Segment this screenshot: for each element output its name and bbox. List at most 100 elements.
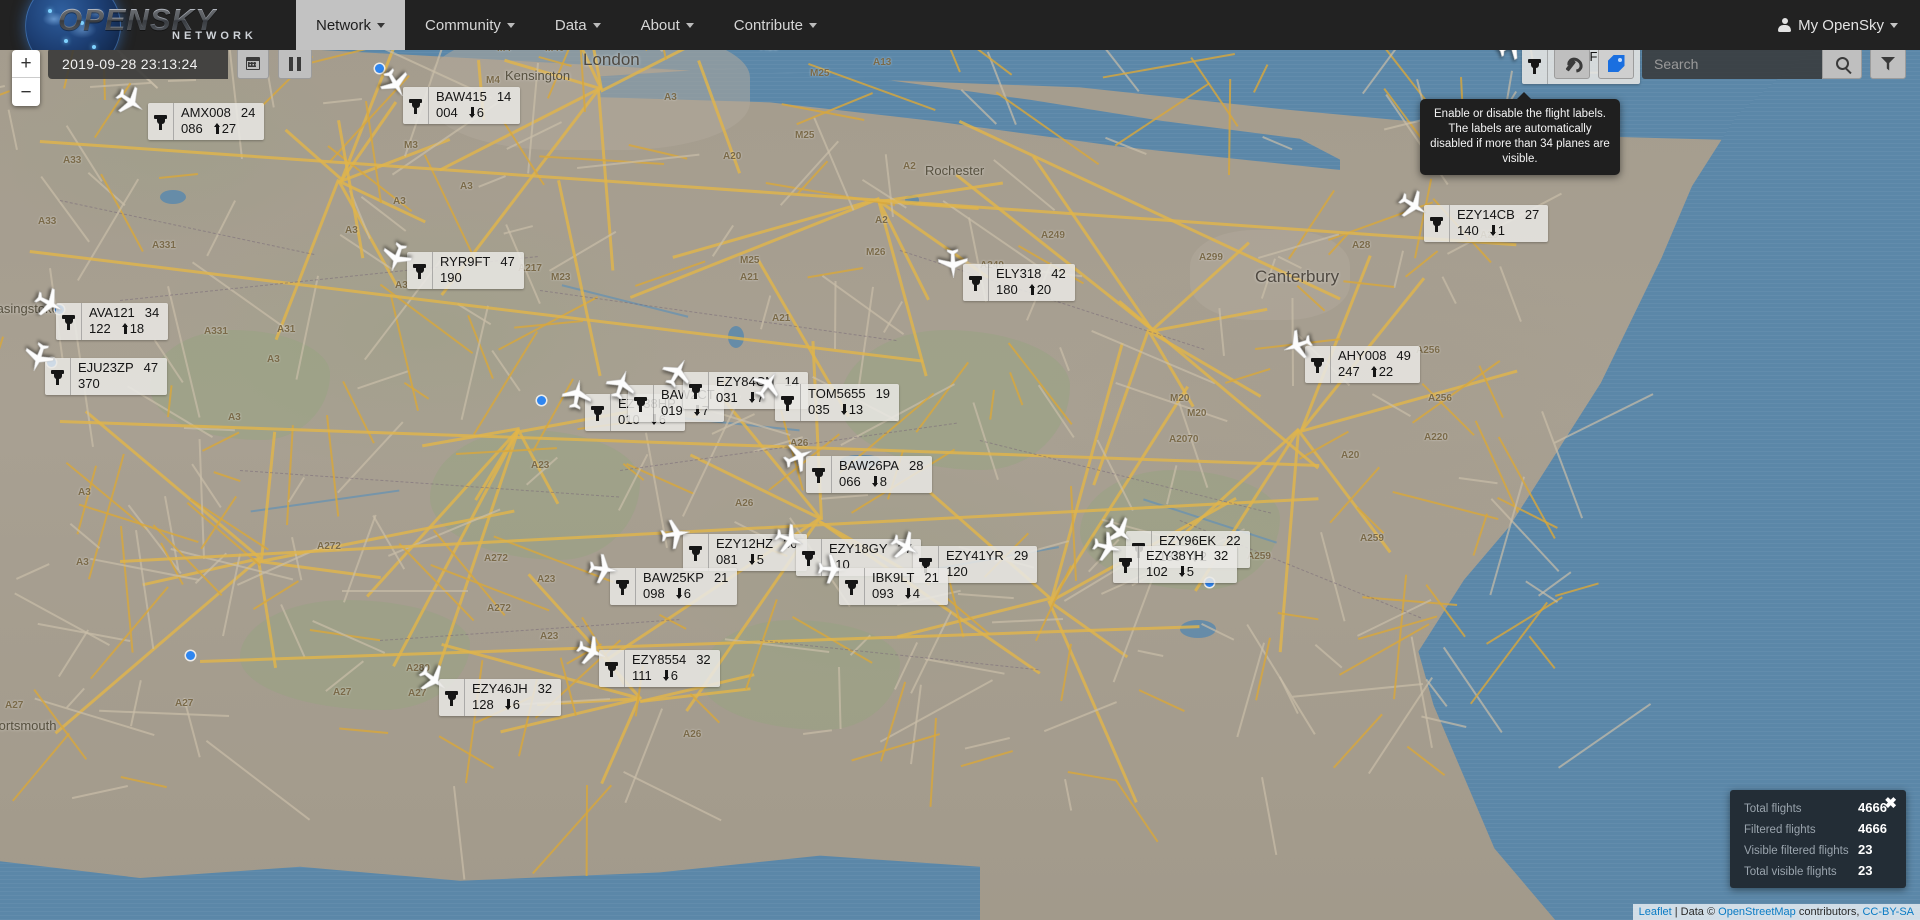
flight-track: 247	[1338, 364, 1360, 380]
license-link[interactable]: CC-BY-SA	[1862, 906, 1914, 918]
flight-labels-toggle-button[interactable]	[1598, 48, 1634, 79]
flight-track: 140	[1457, 223, 1479, 239]
road-label: M25	[810, 68, 829, 79]
flight-track: 370	[78, 376, 100, 392]
flight-label[interactable]: EZY38YH321025	[1113, 546, 1237, 583]
flight-callsign: RYR9FT	[440, 254, 490, 270]
road-label: A256	[1428, 393, 1452, 404]
road-label: A27	[175, 698, 193, 709]
nav-item-contribute[interactable]: Contribute	[714, 0, 837, 50]
flight-label[interactable]: BAW41514004 6	[403, 87, 520, 124]
flight-altitude: 19	[876, 386, 890, 402]
zoom-in-button[interactable]: +	[12, 50, 40, 78]
nav-item-data[interactable]: Data	[535, 0, 621, 50]
road-label: A249	[1041, 230, 1065, 241]
flight-label-row-track: 03513	[808, 402, 890, 418]
my-opensky-menu[interactable]: My OpenSky	[1778, 17, 1898, 34]
flight-label-body: BAW25KP210986	[636, 568, 737, 605]
flight-label-body: EZY14CB271401	[1450, 205, 1548, 242]
flight-label[interactable]: EZY8554321116	[599, 650, 720, 687]
filter-button[interactable]	[1870, 48, 1906, 79]
position-dot[interactable]	[537, 396, 546, 405]
flight-track: 098	[643, 586, 665, 602]
nav-item-about[interactable]: About	[621, 0, 714, 50]
flight-label[interactable]: AHY0084924722	[1305, 346, 1420, 383]
time-control-bar[interactable]: 2019-09-28 23:13:24	[48, 48, 312, 79]
aircraft-icon[interactable]	[584, 550, 622, 588]
flight-track: 128	[472, 697, 494, 713]
calendar-button[interactable]	[237, 48, 269, 79]
flight-callsign: ELY318	[996, 266, 1041, 282]
flight-label[interactable]: AMX0082408627	[148, 103, 264, 140]
zoom-out-button[interactable]: −	[12, 78, 40, 106]
arrow-up-icon	[214, 123, 221, 134]
openstreetmap-link[interactable]: OpenStreetMap	[1718, 906, 1796, 918]
road-label: M26	[866, 247, 885, 258]
stat-row: Total visible flights 23	[1744, 863, 1894, 878]
flight-label[interactable]: BAW26PA280668	[806, 456, 932, 493]
datetime-display[interactable]: 2019-09-28 23:13:24	[48, 48, 228, 79]
nav-item-network[interactable]: Network	[296, 0, 405, 50]
stat-row: Visible filtered flights 23	[1744, 842, 1894, 857]
flight-label-row-track: 120	[946, 564, 1028, 580]
flight-label-row-callsign: IBK9LT21	[872, 570, 939, 586]
flight-label[interactable]: AVA1213412218	[56, 303, 168, 340]
road-label: A3	[345, 225, 358, 236]
search-button[interactable]	[1822, 48, 1862, 79]
position-dot[interactable]	[186, 651, 195, 660]
zoom-control[interactable]: + −	[12, 50, 40, 106]
pause-icon	[289, 57, 301, 71]
flight-label[interactable]: IBK9LT210934	[839, 568, 948, 605]
opensky-logo[interactable]: OPENSKY NETWORK	[0, 0, 296, 50]
nav-item-label: About	[641, 17, 680, 34]
flight-label-body: RYR9FT47190	[433, 252, 524, 289]
nav-item-label: Contribute	[734, 17, 803, 34]
flight-track: 066	[839, 474, 861, 490]
aircraft-icon[interactable]	[935, 245, 970, 280]
flight-label[interactable]: EZY14CB271401	[1424, 205, 1548, 242]
flight-label-row-callsign: AVA12134	[89, 305, 159, 321]
road-label: A21	[740, 272, 758, 283]
flight-track: 004	[436, 105, 458, 121]
flight-label[interactable]: EJU23ZP47370	[45, 358, 167, 395]
chevron-down-icon	[593, 23, 601, 28]
place-label: Kensington	[505, 68, 570, 83]
flight-callsign: EZY41YR	[946, 548, 1004, 564]
flight-label[interactable]: RYR9FT47190	[407, 252, 524, 289]
pin-icon	[148, 103, 174, 140]
flight-label-row-track: 004 6	[436, 105, 511, 121]
aircraft-icon[interactable]	[656, 515, 694, 553]
map-container[interactable]: M4M40A13A13M25A12M4A3M3M25A20A2A33A33A3A…	[0, 0, 1920, 920]
close-icon[interactable]: ✖	[1884, 796, 1897, 811]
flight-altitude: 47	[144, 360, 158, 376]
flight-label[interactable]: BAW25KP210986	[610, 568, 737, 605]
flight-label-row-callsign: BAW26PA28	[839, 458, 923, 474]
arrow-up-icon	[122, 323, 129, 334]
flight-track: 190	[440, 270, 462, 286]
search-input[interactable]	[1642, 48, 1822, 79]
road-label: M20	[1187, 408, 1206, 419]
stat-row: Total flights 4666	[1744, 800, 1894, 815]
flight-label-row-callsign: BAW41514	[436, 89, 511, 105]
settings-button[interactable]	[1554, 48, 1590, 79]
flight-label-row-track: 24722	[1338, 364, 1411, 380]
chevron-down-icon	[507, 23, 515, 28]
road-label: A259	[1360, 533, 1384, 544]
flight-label-row-callsign: EZY41YR29	[946, 548, 1028, 564]
pause-button[interactable]	[278, 48, 312, 79]
flight-track: 120	[946, 564, 968, 580]
stat-value: 23	[1858, 842, 1894, 857]
flight-label[interactable]: TOM56551903513	[775, 384, 899, 421]
flight-label[interactable]: ELY3184218020	[963, 264, 1075, 301]
nav-item-community[interactable]: Community	[405, 0, 535, 50]
flight-track: 093	[872, 586, 894, 602]
aircraft-icon[interactable]	[557, 375, 596, 414]
leaflet-link[interactable]: Leaflet	[1639, 906, 1672, 918]
road-label: A3	[460, 181, 473, 192]
flight-vertical-rate: 6	[505, 697, 520, 713]
flight-label-row-track: 08627	[181, 121, 255, 137]
flight-label-row-track: 18020	[996, 282, 1066, 298]
flight-label[interactable]: EZY46JH321286	[439, 679, 561, 716]
vertical-rate-value: 6	[477, 105, 484, 121]
map-toolbar[interactable]	[1554, 48, 1906, 79]
